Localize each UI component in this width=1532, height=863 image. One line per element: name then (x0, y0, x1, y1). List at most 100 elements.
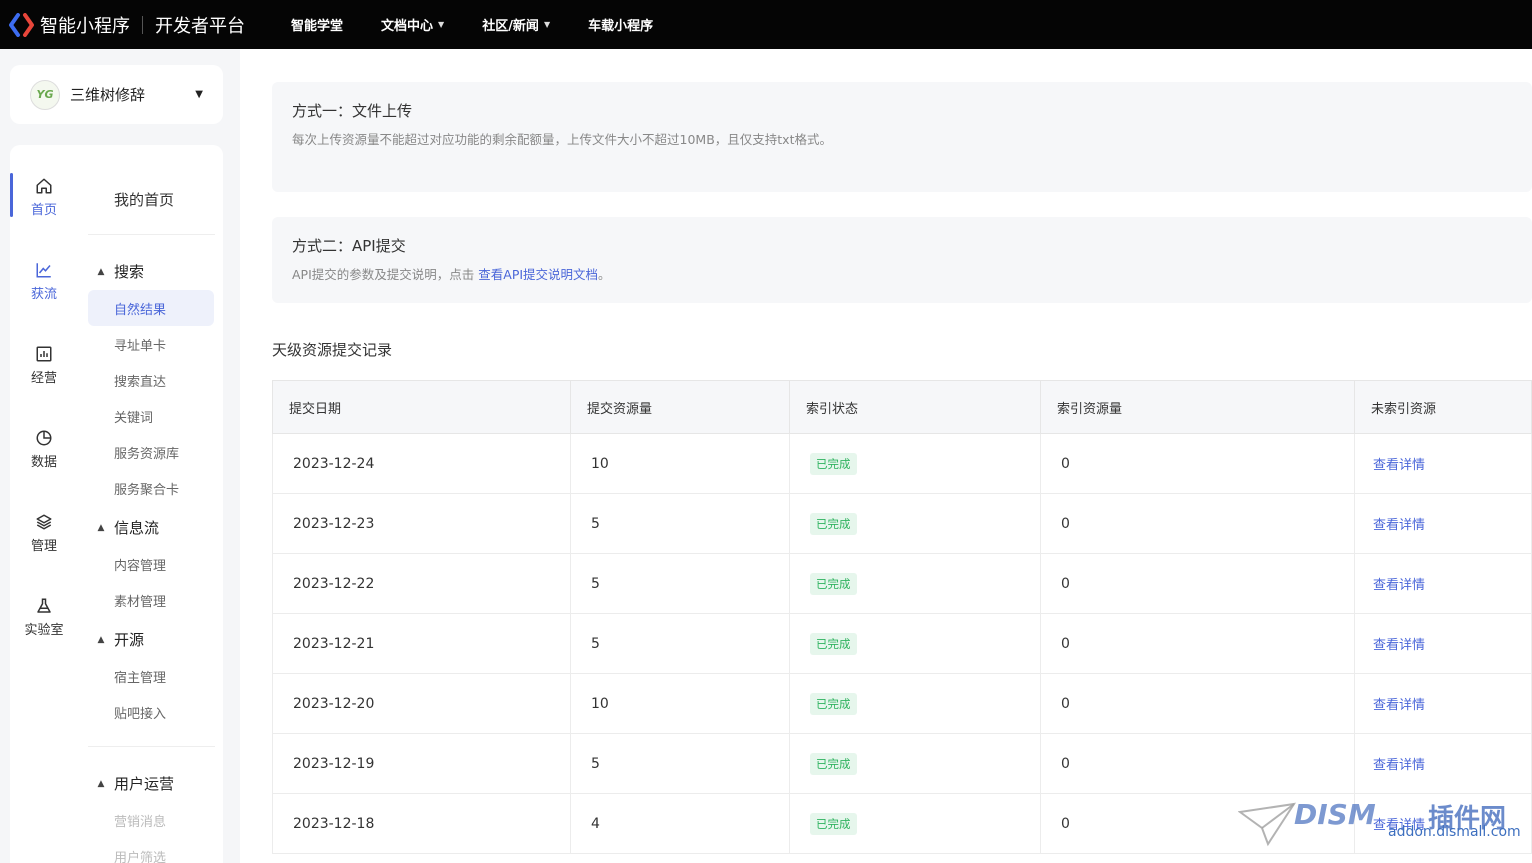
column-header: 提交资源量 (570, 380, 790, 434)
logo-icon (8, 12, 36, 37)
nav-rail: 首页 获流 经营 数据 管理 实验室 (10, 145, 78, 863)
menu-item[interactable]: 用户筛选 (88, 838, 214, 863)
cell-action: 查看详情 (1354, 673, 1532, 734)
rail-item-traffic[interactable]: 获流 (10, 251, 78, 311)
table-row: 2023-12-20 10 已完成 0 查看详情 (272, 673, 1532, 734)
method-desc-prefix: API提交的参数及提交说明，点击 (292, 267, 475, 282)
menu-item[interactable]: 内容管理 (88, 546, 214, 582)
method-title: 方式二：API提交 (292, 237, 406, 255)
top-nav-item[interactable]: 文档中心 ▼ (381, 15, 444, 34)
view-details-link[interactable]: 查看详情 (1373, 818, 1425, 833)
cell-action: 查看详情 (1354, 493, 1532, 554)
divider (88, 746, 215, 747)
cell-count: 4 (570, 793, 790, 854)
layers-icon (36, 514, 52, 529)
cell-indexed: 0 (1040, 733, 1355, 794)
rail-item-data[interactable]: 数据 (10, 419, 78, 479)
chevron-up-icon: ▲ (97, 266, 105, 277)
chevron-up-icon: ▲ (97, 778, 105, 789)
method-description: API提交的参数及提交说明，点击 查看API提交说明文档。 (292, 264, 1512, 283)
top-nav-label: 车载小程序 (588, 19, 654, 34)
menu-item[interactable]: 服务聚合卡 (88, 470, 214, 506)
menu-item[interactable]: 营销消息 (88, 802, 214, 838)
top-nav-label: 文档中心 (381, 19, 434, 34)
cell-action: 查看详情 (1354, 553, 1532, 614)
sub-menu-home[interactable]: 我的首页 (114, 189, 174, 210)
menu-item[interactable]: 关键词 (88, 398, 214, 434)
status-badge: 已完成 (810, 692, 857, 715)
cell-action: 查看详情 (1354, 433, 1532, 494)
brand-divider (142, 15, 143, 34)
menu-item[interactable]: 贴吧接入 (88, 694, 214, 730)
rail-label: 经营 (30, 370, 57, 386)
platform-name: 开发者平台 (155, 15, 245, 37)
rail-label: 首页 (30, 202, 57, 218)
cell-status: 已完成 (789, 733, 1041, 794)
chevron-up-icon: ▲ (97, 522, 105, 533)
menu-group-open-source[interactable]: ▲ 开源 (88, 629, 144, 650)
account-switcher[interactable]: YG 三维树修辞 ▼ (10, 65, 223, 124)
view-details-link[interactable]: 查看详情 (1373, 518, 1425, 533)
api-doc-link[interactable]: 查看API提交说明文档 (478, 267, 598, 282)
rail-item-manage[interactable]: 管理 (10, 503, 78, 563)
status-badge: 已完成 (810, 632, 857, 655)
cell-action: 查看详情 (1354, 793, 1532, 854)
status-badge: 已完成 (810, 752, 857, 775)
cell-count: 5 (570, 613, 790, 674)
menu-item-natural-results[interactable]: 自然结果 (88, 290, 214, 326)
rail-item-home[interactable]: 首页 (10, 167, 78, 227)
table-row: 2023-12-22 5 已完成 0 查看详情 (272, 553, 1532, 614)
menu-item[interactable]: 寻址单卡 (88, 326, 214, 362)
rail-item-lab[interactable]: 实验室 (10, 587, 78, 647)
status-badge: 已完成 (810, 512, 857, 535)
method-description: 每次上传资源量不能超过对应功能的剩余配额量，上传文件大小不超过10MB，且仅支持… (292, 132, 832, 147)
menu-group-feed[interactable]: ▲ 信息流 (88, 517, 159, 538)
cell-date: 2023-12-24 (272, 433, 571, 494)
cell-status: 已完成 (789, 493, 1041, 554)
cell-count: 5 (570, 733, 790, 794)
menu-group-search[interactable]: ▲ 搜索 (88, 261, 144, 282)
bar-chart-icon (36, 346, 52, 361)
account-name: 三维树修辞 (70, 86, 146, 104)
top-nav-item[interactable]: 智能学堂 (291, 15, 343, 34)
cell-date: 2023-12-21 (272, 613, 571, 674)
records-title: 天级资源提交记录 (272, 341, 393, 359)
chevron-down-icon: ▼ (438, 20, 445, 29)
method-file-upload: 方式一：文件上传 每次上传资源量不能超过对应功能的剩余配额量，上传文件大小不超过… (272, 82, 1532, 192)
records-table: 提交日期 提交资源量 索引状态 索引资源量 未索引资源 2023-12-24 1… (272, 380, 1532, 854)
rail-label: 数据 (30, 454, 57, 470)
top-nav-item[interactable]: 车载小程序 (588, 15, 653, 34)
rail-label: 管理 (30, 538, 57, 554)
menu-item[interactable]: 搜索直达 (88, 362, 214, 398)
cell-status: 已完成 (789, 793, 1041, 854)
menu-item[interactable]: 素材管理 (88, 582, 214, 618)
menu-group-label: 搜索 (114, 263, 145, 281)
view-details-link[interactable]: 查看详情 (1373, 638, 1425, 653)
chevron-up-icon: ▲ (97, 634, 105, 645)
cell-status: 已完成 (789, 613, 1041, 674)
menu-item[interactable]: 宿主管理 (88, 658, 214, 694)
column-header: 索引资源量 (1040, 380, 1355, 434)
table-row: 2023-12-18 4 已完成 0 查看详情 (272, 793, 1532, 854)
logo[interactable]: 智能小程序 开发者平台 (8, 12, 245, 38)
cell-action: 查看详情 (1354, 613, 1532, 674)
table-row: 2023-12-24 10 已完成 0 查看详情 (272, 433, 1532, 494)
cell-indexed: 0 (1040, 613, 1355, 674)
rail-item-business[interactable]: 经营 (10, 335, 78, 395)
main-content: 方式一：文件上传 每次上传资源量不能超过对应功能的剩余配额量，上传文件大小不超过… (240, 49, 1532, 863)
status-badge: 已完成 (810, 572, 857, 595)
column-header: 未索引资源 (1354, 380, 1532, 434)
status-badge: 已完成 (810, 812, 857, 835)
pie-chart-icon (36, 430, 52, 445)
menu-item[interactable]: 服务资源库 (88, 434, 214, 470)
method-title: 方式一：文件上传 (292, 102, 413, 120)
cell-action: 查看详情 (1354, 733, 1532, 794)
menu-group-user-ops[interactable]: ▲ 用户运营 (88, 773, 174, 794)
top-nav-item[interactable]: 社区/新闻 ▼ (482, 15, 550, 34)
view-details-link[interactable]: 查看详情 (1373, 698, 1425, 713)
view-details-link[interactable]: 查看详情 (1373, 578, 1425, 593)
cell-indexed: 0 (1040, 493, 1355, 554)
view-details-link[interactable]: 查看详情 (1373, 458, 1425, 473)
view-details-link[interactable]: 查看详情 (1373, 758, 1425, 773)
cell-status: 已完成 (789, 433, 1041, 494)
